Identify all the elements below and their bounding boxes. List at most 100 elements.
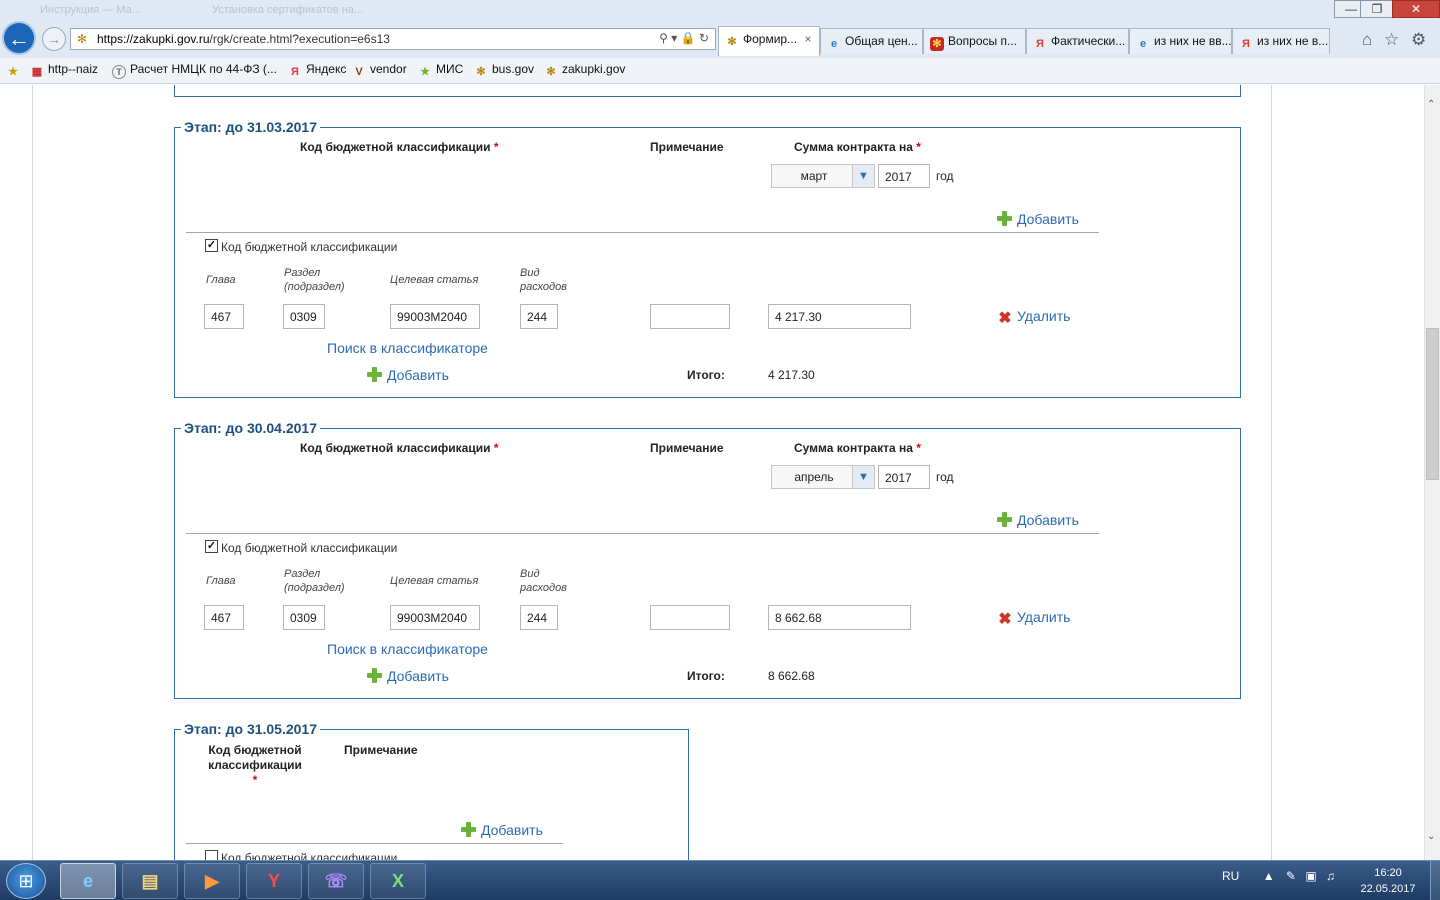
- maximize-button[interactable]: ❐: [1360, 0, 1394, 18]
- t-icon: T: [112, 65, 126, 79]
- section-input[interactable]: 0309: [283, 304, 325, 329]
- year-input[interactable]: 2017: [878, 465, 930, 489]
- classifier-search-link[interactable]: Поиск в классификаторе: [327, 340, 488, 356]
- favorite-item[interactable]: Я Яндекс: [288, 62, 346, 79]
- previous-stage-fieldset: [174, 85, 1241, 97]
- emblem-icon: ✻: [930, 37, 944, 51]
- col-expense-label: Вид расходов: [520, 267, 567, 293]
- tab-5[interactable]: e из них не вв...: [1129, 28, 1232, 54]
- page-viewport: Этап: до 31.03.2017 Код бюджетной класси…: [0, 85, 1424, 860]
- chapter-input[interactable]: 467: [204, 304, 244, 329]
- plus-icon: [461, 822, 476, 837]
- tab-3[interactable]: ✻ Вопросы п...: [923, 28, 1026, 54]
- col-target-label: Целевая статья: [390, 575, 479, 587]
- year-input[interactable]: 2017: [878, 164, 930, 188]
- back-arrow-icon[interactable]: ←: [2, 21, 36, 55]
- col-expense-label: Вид расходов: [520, 568, 567, 594]
- tab-label: Формир...: [743, 32, 798, 46]
- refresh-icon[interactable]: ↻: [699, 31, 709, 45]
- clock[interactable]: 16:20 22.05.2017: [1352, 865, 1424, 897]
- media-player-taskbar-icon[interactable]: ▶: [184, 863, 240, 899]
- amount-input[interactable]: 8 662.68: [768, 605, 911, 630]
- ie-icon: e: [1139, 38, 1147, 50]
- expense-input[interactable]: 244: [520, 304, 558, 329]
- amount-input[interactable]: 4 217.30: [768, 304, 911, 329]
- pen-icon[interactable]: ✎: [1286, 869, 1296, 883]
- note-input[interactable]: [650, 605, 730, 630]
- forward-arrow-icon[interactable]: →: [42, 27, 66, 51]
- explorer-taskbar-icon[interactable]: ▤: [122, 863, 178, 899]
- tab-6[interactable]: Яиз них не в...: [1232, 28, 1330, 54]
- kbk-checkbox[interactable]: [205, 850, 218, 860]
- target-input[interactable]: 99003M2040: [390, 605, 480, 630]
- browser-tools: ⌂ ☆ ⚙: [1362, 30, 1433, 50]
- ie-taskbar-icon[interactable]: e: [60, 863, 116, 899]
- expense-input[interactable]: 244: [520, 605, 558, 630]
- address-bar[interactable]: ✻ https://zakupki.gov.ru/rgk/create.html…: [70, 28, 716, 50]
- favorite-item[interactable]: ▦ http--naiz: [30, 62, 98, 79]
- add-amount-link[interactable]: Добавить: [997, 211, 1079, 227]
- add-kbk-link[interactable]: Добавить: [367, 668, 449, 684]
- favorite-item[interactable]: ✻ bus.gov: [474, 62, 534, 79]
- delete-x-icon: ✖: [998, 611, 1012, 628]
- month-select[interactable]: март ▼: [771, 164, 875, 188]
- month-select[interactable]: апрель ▼: [771, 465, 875, 489]
- note-input[interactable]: [650, 304, 730, 329]
- tab-label: Фактически...: [1051, 34, 1126, 48]
- tray-expand-icon[interactable]: ▲: [1263, 869, 1275, 883]
- vertical-scrollbar[interactable]: ⌃ ⌄: [1424, 85, 1440, 860]
- viber-taskbar-icon[interactable]: ☏: [308, 863, 364, 899]
- tab-active[interactable]: ✻ Формир... ×: [718, 26, 820, 56]
- kbk-checkbox[interactable]: ✓: [205, 239, 218, 252]
- chevron-down-icon[interactable]: ▼: [852, 165, 874, 187]
- network-icon[interactable]: ▣: [1305, 869, 1316, 883]
- settings-gear-icon[interactable]: ⚙: [1411, 30, 1426, 49]
- note-header: Примечание: [344, 743, 418, 757]
- stage-legend: Этап: до 31.03.2017: [181, 119, 321, 135]
- favorite-item[interactable]: ★ МИС: [418, 62, 463, 79]
- scroll-up-icon[interactable]: ⌃: [1427, 99, 1435, 110]
- clock-date: 22.05.2017: [1360, 883, 1416, 895]
- tab-close-icon[interactable]: ×: [804, 32, 811, 46]
- volume-icon[interactable]: ♫: [1326, 869, 1335, 883]
- chapter-input[interactable]: 467: [204, 605, 244, 630]
- excel-taskbar-icon[interactable]: X: [370, 863, 426, 899]
- kbk-checkbox[interactable]: ✓: [205, 540, 218, 553]
- start-button[interactable]: ⊞: [6, 863, 46, 899]
- chevron-down-icon[interactable]: ▼: [852, 466, 874, 488]
- add-kbk-link[interactable]: Добавить: [367, 367, 449, 383]
- tab-4[interactable]: Я Фактически...: [1026, 28, 1129, 54]
- home-icon[interactable]: ⌂: [1362, 30, 1372, 49]
- favorite-item[interactable]: ✻ zakupki.gov: [544, 62, 625, 79]
- lock-icon[interactable]: 🔒: [681, 31, 696, 45]
- url-text[interactable]: https://zakupki.gov.ru/rgk/create.html?e…: [97, 32, 390, 46]
- stage-fieldset: Этап: до 31.03.2017 Код бюджетной класси…: [174, 119, 1241, 398]
- tab-label: Общая цен...: [845, 34, 918, 48]
- kbk-header: Код бюджетной классификации *: [300, 140, 499, 154]
- scroll-thumb[interactable]: [1426, 328, 1439, 480]
- tab-2[interactable]: e Общая цен...: [820, 28, 923, 54]
- delete-link[interactable]: ✖ Удалить: [997, 609, 1070, 628]
- show-desktop-button[interactable]: [1430, 861, 1440, 900]
- add-amount-link[interactable]: Добавить: [997, 512, 1079, 528]
- section-input[interactable]: 0309: [283, 605, 325, 630]
- add-amount-link[interactable]: Добавить: [461, 822, 543, 838]
- divider: [186, 533, 1099, 534]
- favorite-item[interactable]: Vvendor: [352, 62, 406, 79]
- delete-link[interactable]: ✖ Удалить: [997, 308, 1070, 327]
- year-label: год: [936, 470, 954, 484]
- favorites-star-icon[interactable]: ★: [6, 62, 24, 79]
- stage-fieldset: Этап: до 31.05.2017 Код бюджетной класси…: [174, 721, 689, 860]
- dropdown-icon[interactable]: ▾: [671, 31, 677, 45]
- classifier-search-link[interactable]: Поиск в классификаторе: [327, 641, 488, 657]
- search-icon[interactable]: ⚲: [659, 31, 668, 45]
- close-window-button[interactable]: ✕: [1392, 0, 1440, 18]
- yandex-taskbar-icon[interactable]: Y: [246, 863, 302, 899]
- target-input[interactable]: 99003M2040: [390, 304, 480, 329]
- favorite-item[interactable]: T Расчет НМЦК по 44-ФЗ (...: [112, 62, 277, 79]
- favorites-star-icon[interactable]: ☆: [1384, 30, 1399, 49]
- language-indicator[interactable]: RU: [1222, 869, 1239, 883]
- scroll-down-icon[interactable]: ⌄: [1427, 831, 1435, 842]
- sum-header: Сумма контракта на *: [794, 140, 921, 154]
- yandex-icon: Я: [291, 66, 299, 78]
